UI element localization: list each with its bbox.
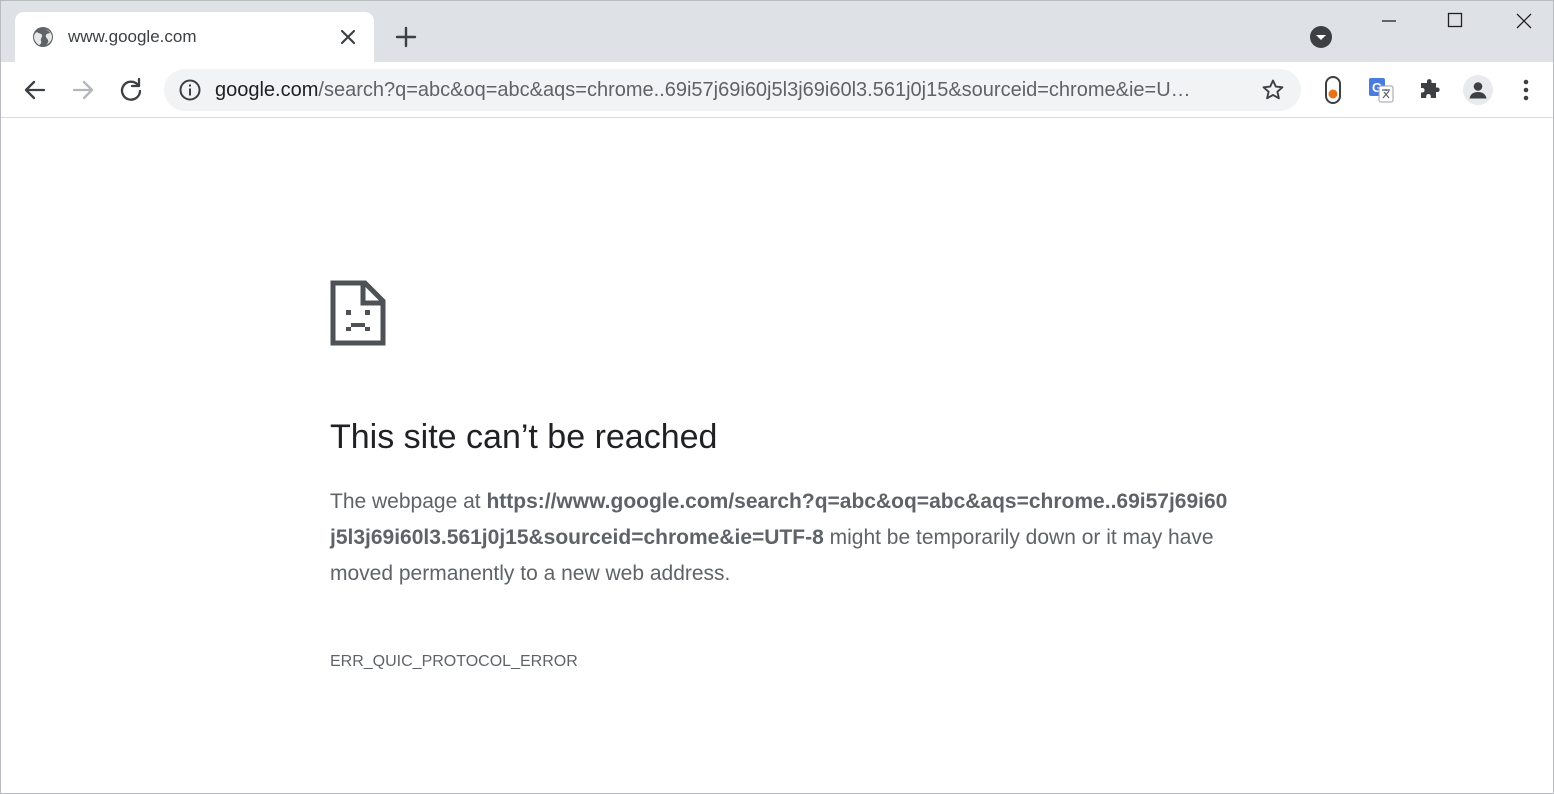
reload-button[interactable]: [116, 75, 146, 105]
back-button[interactable]: [20, 75, 50, 105]
tab-search-icon[interactable]: [1309, 25, 1333, 49]
forward-button[interactable]: [68, 75, 98, 105]
page-content: This site can’t be reached The webpage a…: [1, 118, 1553, 793]
tab-strip: www.google.com: [1, 1, 1553, 62]
error-body-prefix: The webpage at: [330, 490, 487, 513]
bookmark-star-icon[interactable]: [1261, 78, 1285, 102]
tab-title: www.google.com: [68, 27, 197, 46]
globe-icon: [32, 26, 54, 48]
url-host: google.com: [215, 79, 319, 101]
url-text[interactable]: google.com/search?q=abc&oq=abc&aqs=chrom…: [215, 79, 1245, 101]
avatar-icon: [1463, 75, 1493, 105]
info-icon[interactable]: [178, 78, 202, 102]
error-code: ERR_QUIC_PROTOCOL_ERROR: [330, 653, 578, 670]
url-path: /search?q=abc&oq=abc&aqs=chrome..69i57j6…: [318, 79, 1191, 101]
minimize-icon[interactable]: [1379, 10, 1399, 30]
reload-icon: [120, 77, 142, 101]
toolbar: google.com/search?q=abc&oq=abc&aqs=chrom…: [1, 62, 1553, 118]
new-tab-button[interactable]: [394, 25, 418, 49]
maximize-icon[interactable]: [1445, 10, 1465, 30]
puzzle-icon[interactable]: [1415, 75, 1445, 105]
extension-orange-icon[interactable]: [1318, 75, 1348, 105]
error-description: The webpage at https://www.google.com/se…: [330, 484, 1230, 592]
arrow-left-icon: [24, 80, 46, 100]
menu-kebab-icon[interactable]: [1511, 75, 1541, 105]
close-tab-icon[interactable]: [337, 26, 359, 48]
address-bar[interactable]: google.com/search?q=abc&oq=abc&aqs=chrom…: [164, 69, 1301, 111]
arrow-right-icon: [72, 80, 94, 100]
browser-window: www.google.com google.com/search?q=abc&o…: [0, 0, 1554, 794]
close-window-icon[interactable]: [1513, 10, 1535, 32]
sad-page-icon: [330, 280, 386, 346]
translate-icon[interactable]: G: [1366, 75, 1396, 105]
error-heading: This site can’t be reached: [330, 418, 718, 456]
profile-button[interactable]: [1463, 75, 1493, 105]
tab-google[interactable]: www.google.com: [15, 12, 374, 62]
